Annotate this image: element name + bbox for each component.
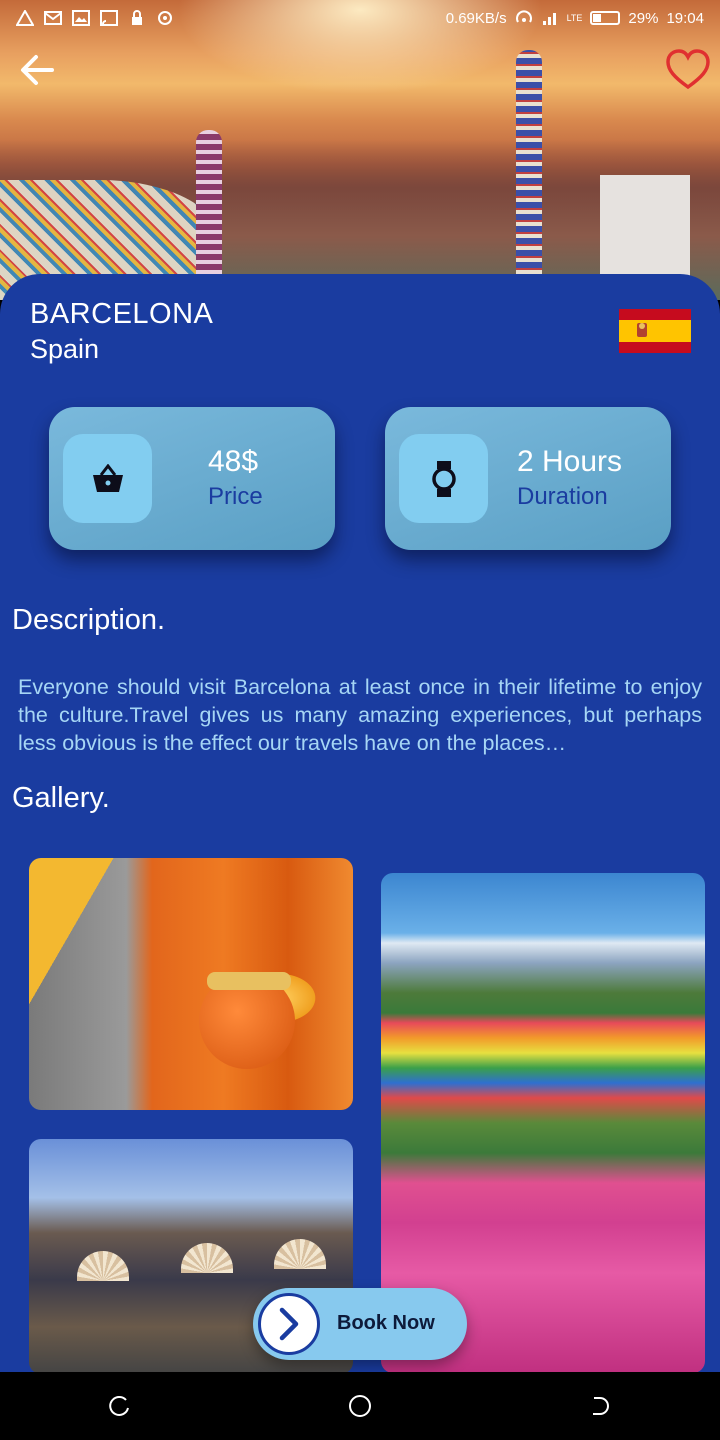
umbrella bbox=[274, 1239, 326, 1269]
price-label: Price bbox=[208, 483, 263, 510]
book-now-icon-circle bbox=[258, 1293, 320, 1355]
tower-small bbox=[196, 130, 222, 280]
status-icons-left bbox=[16, 10, 174, 26]
gallery-image-monk[interactable] bbox=[29, 858, 353, 1110]
mosaic-tower bbox=[516, 50, 542, 280]
network-type: LTE bbox=[566, 13, 583, 23]
duration-value: 2 Hours bbox=[517, 445, 623, 478]
hero-image bbox=[0, 0, 720, 300]
bowl-band bbox=[207, 972, 291, 990]
recent-apps-icon bbox=[109, 1395, 129, 1416]
back-button[interactable] bbox=[16, 48, 60, 92]
favorite-button[interactable] bbox=[664, 46, 712, 94]
gallery-icon bbox=[72, 10, 90, 26]
battery-level: 29% bbox=[628, 9, 659, 27]
sync-icon bbox=[158, 11, 172, 25]
chevron-right-icon bbox=[279, 1307, 299, 1341]
hotspot-icon bbox=[515, 10, 532, 23]
recent-apps-button[interactable] bbox=[100, 1386, 140, 1426]
price-value: 48$ bbox=[208, 445, 259, 478]
country-subtitle: Spain bbox=[30, 334, 100, 364]
home-button[interactable] bbox=[340, 1386, 380, 1426]
system-nav-bar bbox=[0, 1372, 720, 1440]
duration-card[interactable]: 2 Hours Duration bbox=[385, 407, 671, 550]
duration-label: Duration bbox=[517, 483, 608, 510]
clock: 19:04 bbox=[666, 9, 704, 27]
back-icon bbox=[593, 1397, 609, 1415]
home-icon bbox=[349, 1395, 371, 1417]
watch-icon bbox=[431, 460, 456, 497]
status-icons-right: 0.69KB/s LTE 29% 19:04 bbox=[446, 10, 704, 27]
status-bar: 0.69KB/s LTE 29% 19:04 bbox=[0, 0, 720, 36]
book-now-label: Book Now bbox=[337, 1312, 435, 1334]
network-speed: 0.69KB/s bbox=[445, 9, 507, 27]
price-card[interactable]: 48$ Price bbox=[49, 407, 335, 550]
gallery-title: Gallery. bbox=[12, 782, 110, 814]
lock-icon bbox=[132, 10, 142, 25]
umbrella bbox=[181, 1243, 233, 1273]
price-icon-box bbox=[63, 434, 152, 523]
umbrella bbox=[77, 1251, 129, 1281]
mail-icon bbox=[44, 11, 62, 25]
description-title: Description. bbox=[12, 604, 166, 636]
back-nav-button[interactable] bbox=[580, 1386, 620, 1426]
city-title: BARCELONA bbox=[30, 298, 214, 330]
description-text: Everyone should visit Barcelona at least… bbox=[18, 675, 702, 755]
duration-icon-box bbox=[399, 434, 488, 523]
heart-outline-icon bbox=[666, 49, 710, 90]
basket-icon bbox=[92, 463, 123, 492]
arrow-left-icon bbox=[21, 55, 54, 85]
book-now-button[interactable]: Book Now bbox=[253, 1288, 467, 1360]
spain-flag-icon bbox=[619, 309, 691, 353]
cast-icon bbox=[100, 10, 118, 26]
details-panel: BARCELONA Spain 48$ Price 2 Hours Durati… bbox=[0, 274, 720, 1372]
signal-icon bbox=[542, 13, 556, 25]
alert-icon bbox=[16, 10, 34, 26]
building bbox=[600, 175, 690, 285]
battery-icon bbox=[590, 11, 621, 25]
